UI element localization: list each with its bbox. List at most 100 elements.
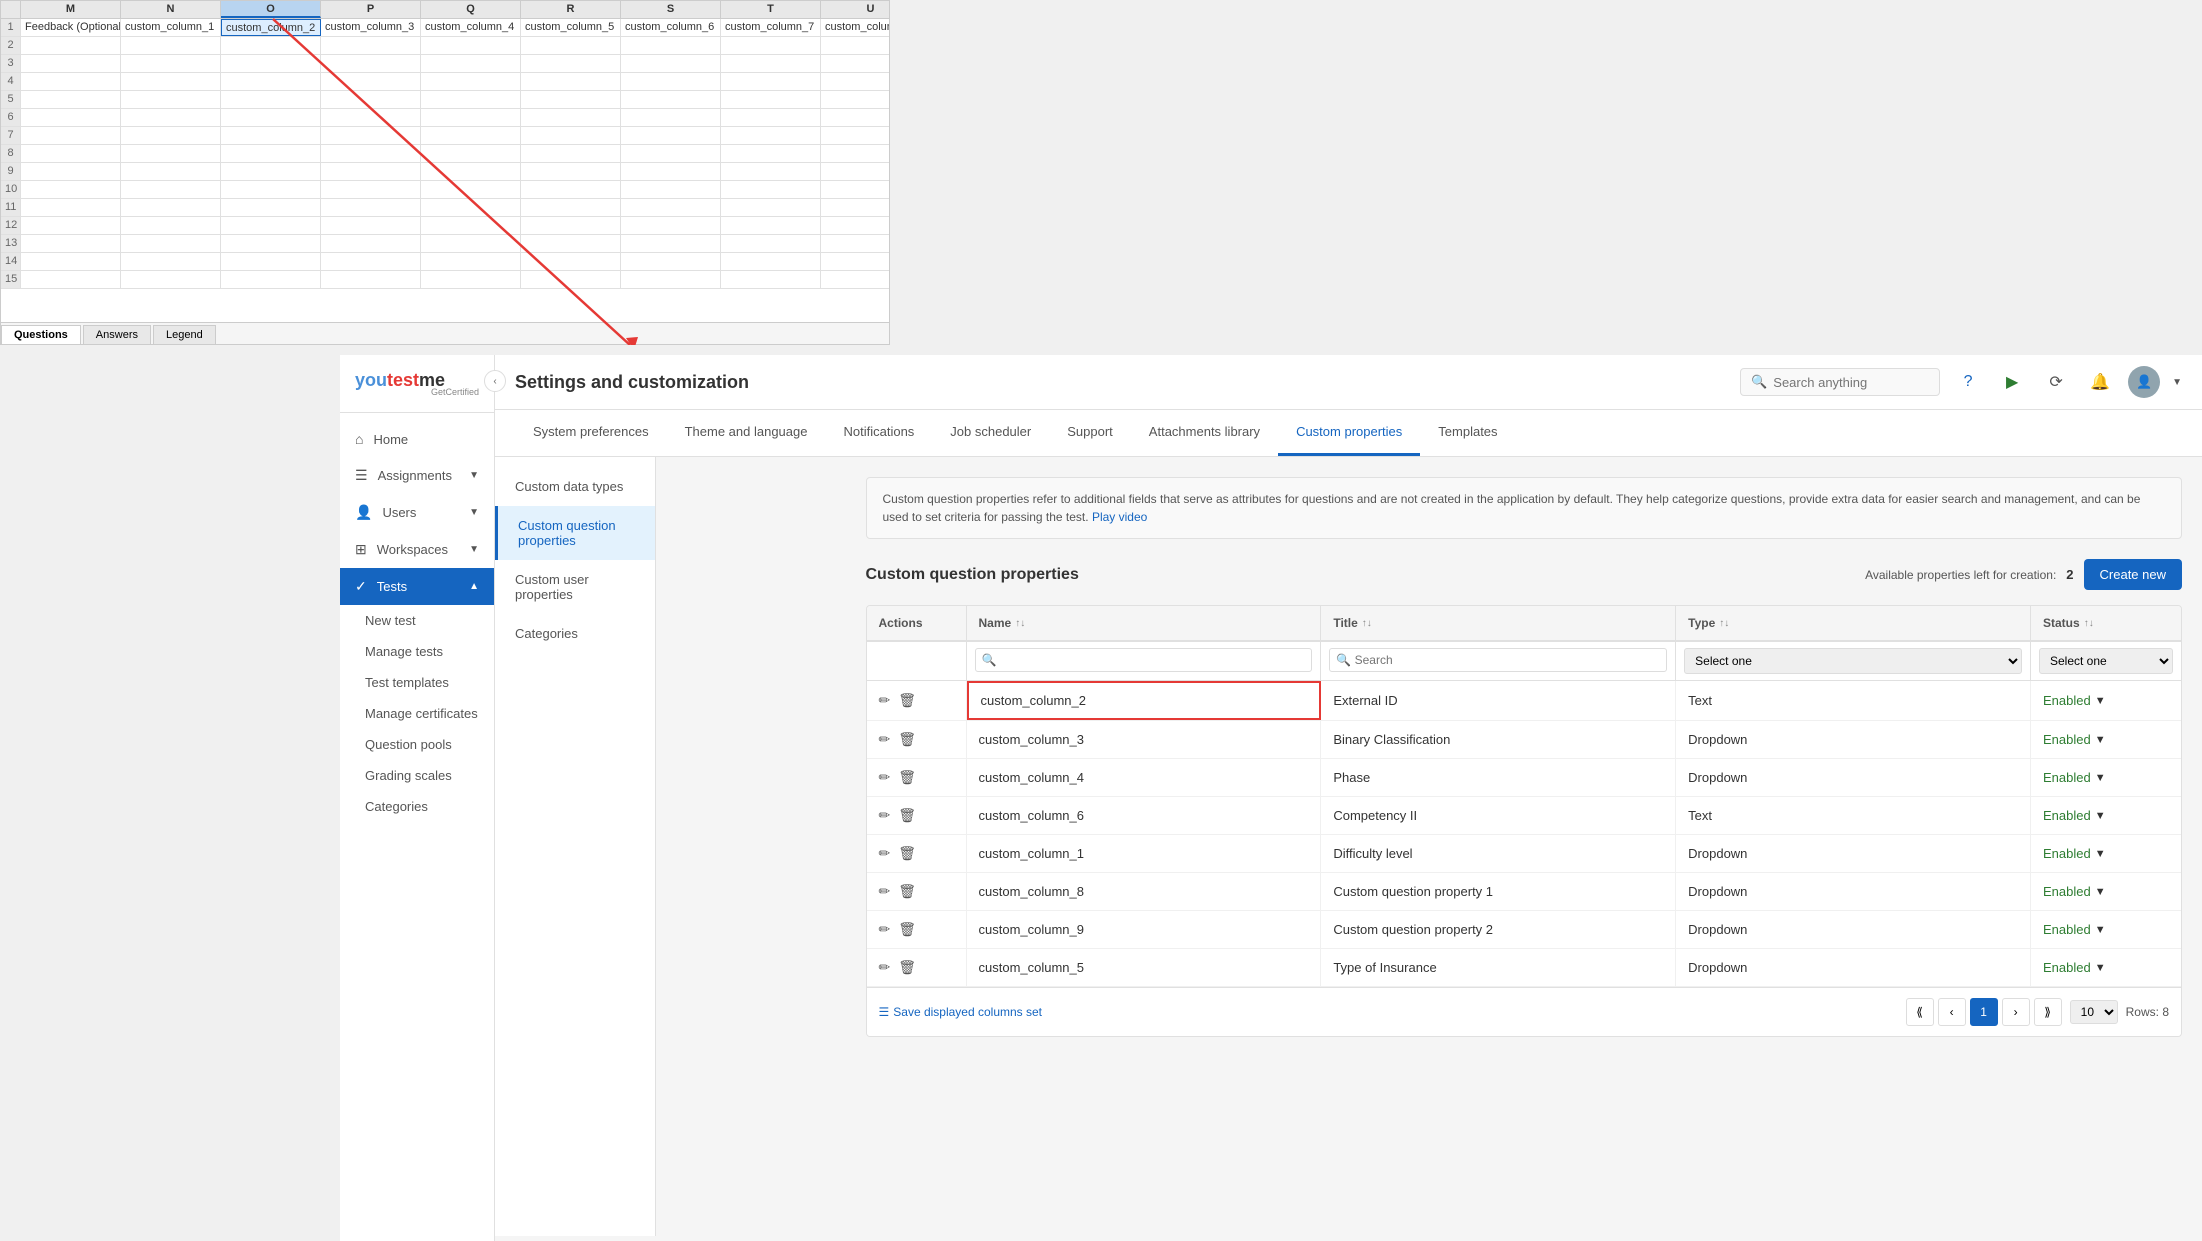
col-header-u[interactable]: U bbox=[821, 1, 890, 18]
type-filter-select[interactable]: Select one Text Dropdown bbox=[1684, 648, 2022, 674]
sidebar-subitem-categories[interactable]: Categories bbox=[340, 791, 494, 822]
sheet-tab-answers[interactable]: Answers bbox=[83, 325, 151, 344]
status-dropdown-2[interactable]: ▼ bbox=[2095, 772, 2106, 784]
th-title[interactable]: Title ↑↓ bbox=[1321, 606, 1676, 640]
status-enabled-4[interactable]: Enabled bbox=[2043, 846, 2091, 861]
avatar[interactable]: 👤 bbox=[2128, 366, 2160, 398]
sidebar-item-workspaces[interactable]: ⊞ Workspaces ▼ bbox=[340, 531, 494, 568]
notifications-button[interactable]: 🔔 bbox=[2084, 366, 2116, 398]
delete-icon-3[interactable]: 🗑 bbox=[898, 807, 916, 824]
col-header-q[interactable]: Q bbox=[421, 1, 521, 18]
filter-status[interactable]: Select one Enabled Disabled bbox=[2031, 642, 2181, 680]
edit-icon-3[interactable]: ✏ bbox=[879, 807, 891, 824]
tab-system-preferences[interactable]: System preferences bbox=[515, 410, 667, 456]
search-input[interactable] bbox=[1773, 375, 1929, 390]
refresh-button[interactable]: ⟳ bbox=[2040, 366, 2072, 398]
delete-icon-0[interactable]: 🗑 bbox=[898, 692, 916, 709]
edit-icon-2[interactable]: ✏ bbox=[879, 769, 891, 786]
tab-custom-properties[interactable]: Custom properties bbox=[1278, 410, 1420, 456]
edit-icon-6[interactable]: ✏ bbox=[879, 921, 891, 938]
edit-icon-7[interactable]: ✏ bbox=[879, 959, 891, 976]
sidebar-subitem-grading-scales[interactable]: Grading scales bbox=[340, 760, 494, 791]
sidebar-collapse-btn[interactable]: ‹ bbox=[484, 370, 506, 392]
status-enabled-5[interactable]: Enabled bbox=[2043, 884, 2091, 899]
filter-title[interactable] bbox=[1321, 642, 1676, 680]
create-new-button[interactable]: Create new bbox=[2084, 559, 2182, 590]
rows-per-page-select[interactable]: 10 25 50 bbox=[2070, 1000, 2118, 1024]
pagination-page-1-button[interactable]: 1 bbox=[1970, 998, 1998, 1026]
sidebar-subitem-new-test[interactable]: New test bbox=[340, 605, 494, 636]
name-filter-input[interactable] bbox=[975, 648, 1313, 672]
status-dropdown-6[interactable]: ▼ bbox=[2095, 924, 2106, 936]
search-box[interactable]: 🔍 bbox=[1740, 368, 1940, 396]
sheet-tab-legend[interactable]: Legend bbox=[153, 325, 216, 344]
sidebar-subitem-question-pools[interactable]: Question pools bbox=[340, 729, 494, 760]
sidebar-item-assignments[interactable]: ☰ Assignments ▼ bbox=[340, 457, 494, 494]
filter-name[interactable] bbox=[967, 642, 1322, 680]
sidebar-subitem-manage-tests[interactable]: Manage tests bbox=[340, 636, 494, 667]
avatar-dropdown-icon[interactable]: ▼ bbox=[2172, 377, 2182, 388]
delete-icon-1[interactable]: 🗑 bbox=[898, 731, 916, 748]
status-dropdown-3[interactable]: ▼ bbox=[2095, 810, 2106, 822]
col-header-m[interactable]: M bbox=[21, 1, 121, 18]
tab-theme-language[interactable]: Theme and language bbox=[667, 410, 826, 456]
sheet-tab-questions[interactable]: Questions bbox=[1, 325, 81, 344]
subnav-custom-question-properties[interactable]: Custom question properties bbox=[495, 506, 655, 560]
edit-icon-5[interactable]: ✏ bbox=[879, 883, 891, 900]
delete-icon-2[interactable]: 🗑 bbox=[898, 769, 916, 786]
col-header-p[interactable]: P bbox=[321, 1, 421, 18]
col-header-r[interactable]: R bbox=[521, 1, 621, 18]
sidebar-subitem-manage-certificates[interactable]: Manage certificates bbox=[340, 698, 494, 729]
status-enabled-7[interactable]: Enabled bbox=[2043, 960, 2091, 975]
sidebar-navigation: ⌂ Home ☰ Assignments ▼ 👤 Users ▼ ⊞ Works… bbox=[340, 413, 494, 1241]
status-dropdown-0[interactable]: ▼ bbox=[2095, 695, 2106, 707]
status-enabled-1[interactable]: Enabled bbox=[2043, 732, 2091, 747]
edit-icon-4[interactable]: ✏ bbox=[879, 845, 891, 862]
status-dropdown-4[interactable]: ▼ bbox=[2095, 848, 2106, 860]
tab-attachments-library[interactable]: Attachments library bbox=[1131, 410, 1278, 456]
help-button[interactable]: ? bbox=[1952, 366, 1984, 398]
pagination-last-button[interactable]: ⟫ bbox=[2034, 998, 2062, 1026]
tab-notifications[interactable]: Notifications bbox=[825, 410, 932, 456]
delete-icon-5[interactable]: 🗑 bbox=[898, 883, 916, 900]
delete-icon-4[interactable]: 🗑 bbox=[898, 845, 916, 862]
tab-templates[interactable]: Templates bbox=[1420, 410, 1515, 456]
play-button[interactable]: ▶ bbox=[1996, 366, 2028, 398]
th-status[interactable]: Status ↑↓ bbox=[2031, 606, 2181, 640]
status-enabled-6[interactable]: Enabled bbox=[2043, 922, 2091, 937]
pagination-prev-button[interactable]: ‹ bbox=[1938, 998, 1966, 1026]
status-filter-select[interactable]: Select one Enabled Disabled bbox=[2039, 648, 2173, 674]
col-header-o[interactable]: O bbox=[221, 1, 321, 18]
sheet-row-10: 10 bbox=[1, 181, 889, 199]
delete-icon-6[interactable]: 🗑 bbox=[898, 921, 916, 938]
status-enabled-3[interactable]: Enabled bbox=[2043, 808, 2091, 823]
status-dropdown-7[interactable]: ▼ bbox=[2095, 962, 2106, 974]
tab-job-scheduler[interactable]: Job scheduler bbox=[932, 410, 1049, 456]
col-header-s[interactable]: S bbox=[621, 1, 721, 18]
filter-type[interactable]: Select one Text Dropdown bbox=[1676, 642, 2031, 680]
delete-icon-7[interactable]: 🗑 bbox=[898, 959, 916, 976]
sidebar-item-home[interactable]: ⌂ Home bbox=[340, 421, 494, 457]
save-columns-button[interactable]: ☰ Save displayed columns set bbox=[879, 1005, 1043, 1019]
col-header-n[interactable]: N bbox=[121, 1, 221, 18]
sidebar-item-tests[interactable]: ✓ Tests ▲ bbox=[340, 568, 494, 605]
pagination-first-button[interactable]: ⟪ bbox=[1906, 998, 1934, 1026]
sidebar-item-users[interactable]: 👤 Users ▼ bbox=[340, 494, 494, 531]
th-type[interactable]: Type ↑↓ bbox=[1676, 606, 2031, 640]
edit-icon-1[interactable]: ✏ bbox=[879, 731, 891, 748]
subnav-custom-user-properties[interactable]: Custom user properties bbox=[495, 560, 655, 614]
status-enabled-2[interactable]: Enabled bbox=[2043, 770, 2091, 785]
status-dropdown-1[interactable]: ▼ bbox=[2095, 734, 2106, 746]
edit-icon-0[interactable]: ✏ bbox=[879, 692, 891, 709]
subnav-custom-data-types[interactable]: Custom data types bbox=[495, 467, 655, 506]
col-header-t[interactable]: T bbox=[721, 1, 821, 18]
th-name[interactable]: Name ↑↓ bbox=[967, 606, 1322, 640]
title-filter-input[interactable] bbox=[1329, 648, 1667, 672]
status-dropdown-5[interactable]: ▼ bbox=[2095, 886, 2106, 898]
subnav-categories[interactable]: Categories bbox=[495, 614, 655, 653]
play-video-link[interactable]: Play video bbox=[1092, 510, 1147, 524]
sidebar-subitem-test-templates[interactable]: Test templates bbox=[340, 667, 494, 698]
pagination-next-button[interactable]: › bbox=[2002, 998, 2030, 1026]
tab-support[interactable]: Support bbox=[1049, 410, 1131, 456]
status-enabled-0[interactable]: Enabled bbox=[2043, 693, 2091, 708]
